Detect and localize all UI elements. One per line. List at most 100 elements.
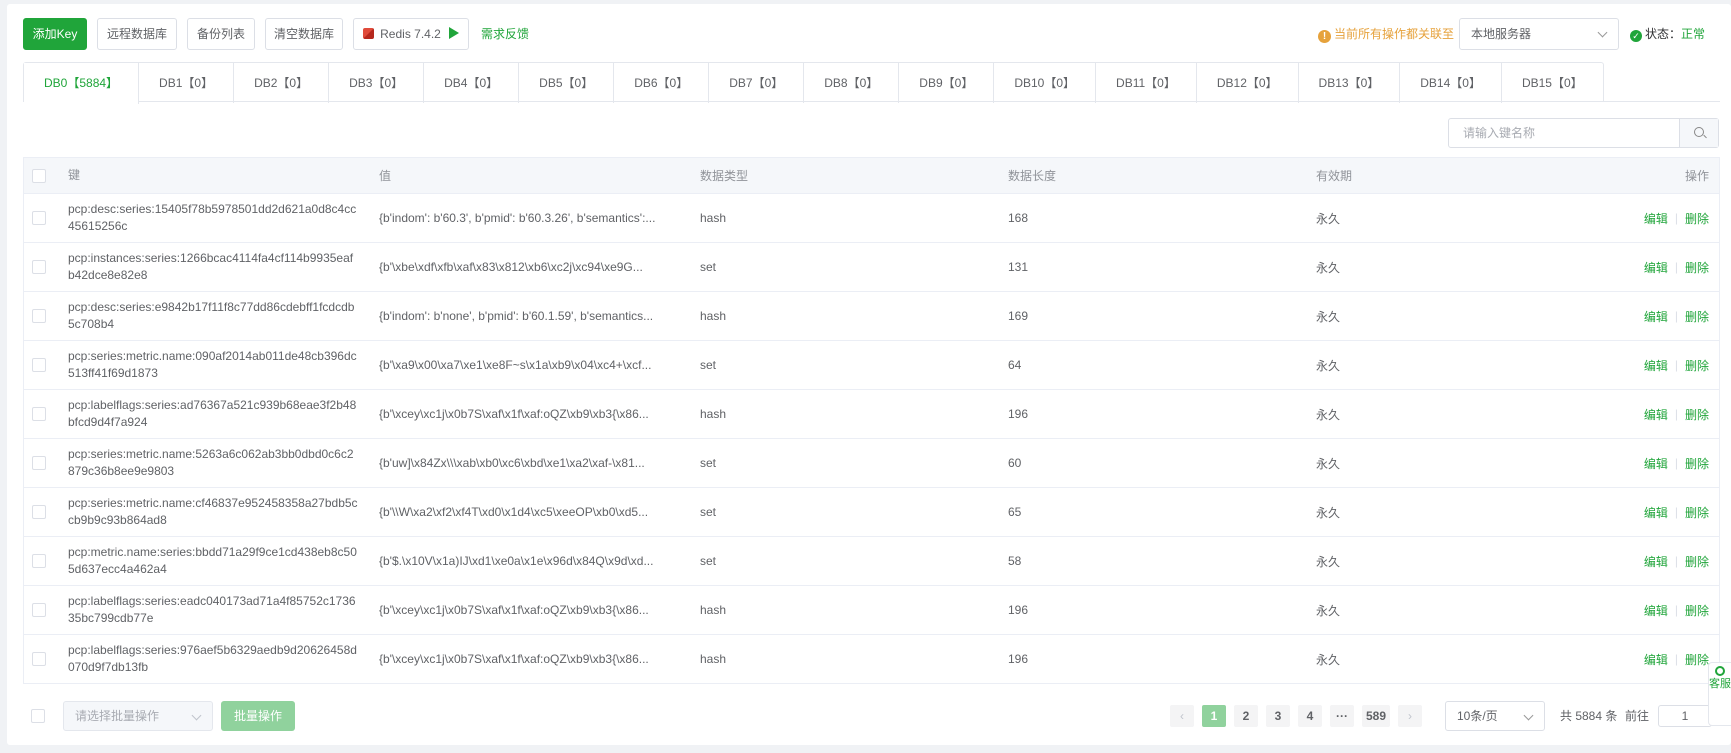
tab-db4[interactable]: DB4【0】 — [424, 63, 520, 103]
footer-select-all-checkbox[interactable] — [31, 709, 45, 723]
search-icon — [1694, 127, 1704, 137]
edit-button[interactable]: 编辑 — [1644, 357, 1668, 374]
tab-db14[interactable]: DB14【0】 — [1400, 63, 1502, 103]
tab-db15[interactable]: DB15【0】 — [1502, 63, 1603, 103]
row-checkbox[interactable] — [32, 554, 46, 568]
row-ops: 编辑 | 删除 — [1589, 586, 1709, 634]
ops-divider: | — [1674, 407, 1678, 421]
batch-operation-select[interactable]: 请选择批量操作 — [63, 701, 213, 731]
delete-button[interactable]: 删除 — [1685, 357, 1709, 374]
batch-operation-button[interactable]: 批量操作 — [221, 701, 295, 731]
edit-button[interactable]: 编辑 — [1644, 308, 1668, 325]
header-key: 键 — [68, 168, 81, 182]
page-3[interactable]: 3 — [1266, 705, 1290, 727]
edit-button[interactable]: 编辑 — [1644, 651, 1668, 668]
edit-button[interactable]: 编辑 — [1644, 553, 1668, 570]
edit-button[interactable]: 编辑 — [1644, 455, 1668, 472]
row-checkbox[interactable] — [32, 358, 46, 372]
page-size-select[interactable]: 10条/页 — [1445, 701, 1545, 731]
warning-icon: ! — [1318, 30, 1331, 43]
remote-db-button[interactable]: 远程数据库 — [97, 18, 177, 50]
row-value: {b'\xcey\xc1j\x0b7S\xaf\x1f\xaf:oQZ\xb9\… — [379, 652, 649, 666]
redis-version-button[interactable]: Redis 7.4.2 — [353, 18, 469, 50]
delete-button[interactable]: 删除 — [1685, 504, 1709, 521]
table-row: pcp:series:metric.name:090af2014ab011de4… — [24, 341, 1719, 390]
tab-db11[interactable]: DB11【0】 — [1096, 63, 1197, 103]
row-checkbox[interactable] — [32, 603, 46, 617]
table-row: pcp:labelflags:series:eadc040173ad71a4f8… — [24, 586, 1719, 635]
delete-button[interactable]: 删除 — [1685, 259, 1709, 276]
customer-service-label: 客服 — [1709, 678, 1731, 690]
row-checkbox[interactable] — [32, 309, 46, 323]
tab-db1[interactable]: DB1【0】 — [139, 63, 235, 103]
page-5[interactable]: ··· — [1330, 705, 1354, 727]
tab-db5[interactable]: DB5【0】 — [519, 63, 615, 103]
row-value: {b'\xa9\x00\xa7\xe1\xe8F~s\x1a\xb9\x04\x… — [379, 358, 652, 372]
delete-button[interactable]: 删除 — [1685, 406, 1709, 423]
row-checkbox[interactable] — [32, 407, 46, 421]
toolbar: 添加Key 远程数据库 备份列表 清空数据库 Redis 7.4.2 需求反馈 … — [23, 18, 1731, 50]
delete-button[interactable]: 删除 — [1685, 308, 1709, 325]
page-2[interactable]: 2 — [1234, 705, 1258, 727]
delete-button[interactable]: 删除 — [1685, 651, 1709, 668]
row-key: pcp:instances:series:1266bcac4114fa4cf11… — [68, 251, 354, 282]
page-6[interactable]: 589 — [1362, 705, 1391, 727]
search-button[interactable] — [1679, 119, 1718, 147]
row-value-cell: {b'uw]\x84Zx\\\xab\xb0\xc6\xbd\xe1\xa2\x… — [379, 439, 669, 487]
tab-db0[interactable]: DB0【5884】 — [24, 63, 140, 104]
row-checkbox[interactable] — [32, 652, 46, 666]
row-checkbox[interactable] — [32, 505, 46, 519]
select-all-checkbox[interactable] — [32, 168, 46, 183]
edit-button[interactable]: 编辑 — [1644, 259, 1668, 276]
row-checkbox[interactable] — [32, 211, 46, 225]
feedback-link[interactable]: 需求反馈 — [481, 18, 529, 50]
row-length: 169 — [1008, 309, 1029, 323]
delete-button[interactable]: 删除 — [1685, 602, 1709, 619]
search-input[interactable] — [1449, 119, 1675, 147]
row-expiry: 永久 — [1316, 211, 1341, 226]
tab-db12[interactable]: DB12【0】 — [1197, 63, 1299, 103]
row-checkbox-cell — [32, 537, 52, 585]
row-value: {b'\xcey\xc1j\x0b7S\xaf\x1f\xaf:oQZ\xb9\… — [379, 603, 649, 617]
table-row: pcp:series:metric.name:cf46837e952458358… — [24, 488, 1719, 537]
chevron-down-icon — [1597, 27, 1608, 38]
page-1[interactable]: 1 — [1202, 705, 1226, 727]
edit-button[interactable]: 编辑 — [1644, 504, 1668, 521]
row-type: hash — [700, 603, 727, 617]
delete-button[interactable]: 删除 — [1685, 553, 1709, 570]
tab-db8[interactable]: DB8【0】 — [804, 63, 900, 103]
keys-table: 键 值 数据类型 数据长度 有效期 操作 pcp:desc:series:154… — [23, 157, 1720, 684]
delete-button[interactable]: 删除 — [1685, 455, 1709, 472]
next-page-icon[interactable]: › — [1398, 705, 1423, 727]
edit-button[interactable]: 编辑 — [1644, 210, 1668, 227]
row-type: set — [700, 358, 717, 372]
tab-db10[interactable]: DB10【0】 — [994, 63, 1097, 103]
row-checkbox[interactable] — [32, 260, 46, 274]
tab-db7[interactable]: DB7【0】 — [709, 63, 805, 103]
goto-label: 前往 — [1625, 709, 1650, 723]
tab-db3[interactable]: DB3【0】 — [329, 63, 425, 103]
prev-page-icon[interactable]: ‹ — [1170, 705, 1194, 727]
row-checkbox[interactable] — [32, 456, 46, 470]
row-expiry: 永久 — [1316, 407, 1341, 422]
tab-db6[interactable]: DB6【0】 — [614, 63, 710, 103]
ops-divider: | — [1674, 211, 1678, 225]
edit-button[interactable]: 编辑 — [1644, 406, 1668, 423]
row-length: 196 — [1008, 407, 1029, 421]
page-4[interactable]: 4 — [1298, 705, 1322, 727]
row-value-cell: {b'\xcey\xc1j\x0b7S\xaf\x1f\xaf:oQZ\xb9\… — [379, 586, 669, 634]
goto-page-input[interactable]: 1 — [1658, 705, 1712, 727]
tab-db9[interactable]: DB9【0】 — [899, 63, 995, 103]
add-key-button[interactable]: 添加Key — [23, 18, 87, 50]
edit-button[interactable]: 编辑 — [1644, 602, 1668, 619]
tab-db13[interactable]: DB13【0】 — [1299, 63, 1401, 103]
tab-db2[interactable]: DB2【0】 — [234, 63, 330, 103]
delete-button[interactable]: 删除 — [1685, 210, 1709, 227]
backup-list-button[interactable]: 备份列表 — [187, 18, 255, 50]
clear-db-button[interactable]: 清空数据库 — [265, 18, 343, 50]
total-count: 共 5884 条 — [1560, 709, 1618, 723]
row-value: {b'\\W\xa2\xf2\xf4T\xd0\x1d4\xc5\xeeOP\x… — [379, 505, 649, 519]
customer-service-widget[interactable]: 客服 — [1708, 662, 1731, 726]
server-select[interactable]: 本地服务器 — [1459, 18, 1619, 50]
main-panel: 添加Key 远程数据库 备份列表 清空数据库 Redis 7.4.2 需求反馈 … — [7, 4, 1731, 745]
